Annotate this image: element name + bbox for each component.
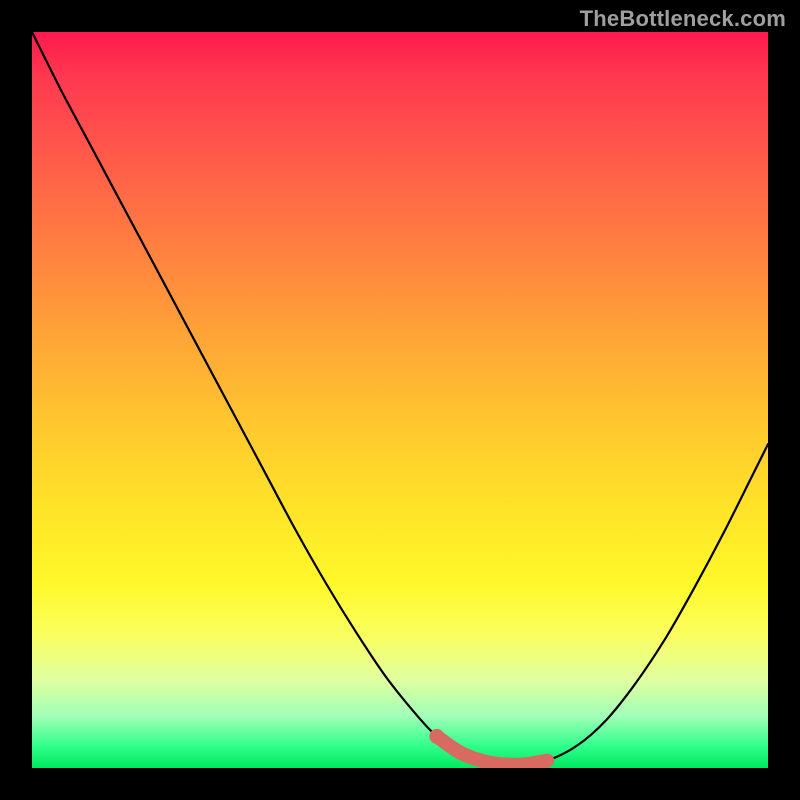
chart-svg (32, 32, 768, 768)
optimal-range-start-dot (429, 729, 444, 744)
bottleneck-curve (32, 32, 768, 765)
optimal-range-highlight (437, 736, 547, 764)
watermark-text: TheBottleneck.com (580, 6, 786, 32)
chart-area (32, 32, 768, 768)
